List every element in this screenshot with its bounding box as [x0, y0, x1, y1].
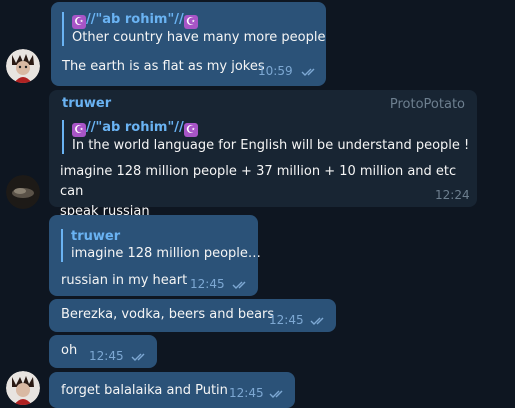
message-text: russian in my heart	[61, 273, 188, 288]
double-check-icon	[269, 390, 283, 398]
message-bubble[interactable]: truwer imagine 128 million people… russi…	[49, 215, 261, 296]
author-signature: ProtoPotato	[389, 97, 465, 112]
message-time: 12:45	[269, 313, 304, 327]
message-bubble[interactable]: forget balalaika and Putin 12:45	[49, 372, 295, 408]
message-bubble[interactable]: ☪//"ab rohim"//☪ Other country have many…	[51, 2, 326, 86]
message-text: Berezka, vodka, beers and bears	[61, 307, 275, 322]
double-check-icon	[301, 68, 315, 76]
reply-sender-name: truwer	[71, 229, 121, 244]
message-line: imagine 128 million people + 37 million …	[60, 164, 457, 199]
message-text: The earth is as flat as my jokes	[62, 59, 265, 74]
message-text: imagine 128 million people + 37 million …	[60, 162, 477, 222]
reply-quote[interactable]: ☪//"ab rohim"//☪ Other country have many…	[62, 12, 326, 46]
reply-sender-name: //"ab rohim"//	[86, 12, 184, 27]
reply-text: In the world language for English will b…	[72, 138, 470, 153]
message-bubble[interactable]: Berezka, vodka, beers and bears 12:45	[49, 299, 336, 332]
message-time: 12:45	[89, 349, 124, 363]
moon-icon: ☪	[183, 15, 198, 29]
message-time: 12:45	[190, 277, 225, 291]
message-time: 10:59	[258, 64, 293, 78]
message-text: oh	[61, 343, 78, 358]
message-bubble[interactable]: oh 12:45	[49, 335, 157, 368]
double-check-icon	[232, 281, 246, 289]
reply-quote[interactable]: ☪//"ab rohim"//☪ In the world language f…	[62, 120, 469, 154]
message-bubble[interactable]: truwer ProtoPotato ☪//"ab rohim"//☪ In t…	[49, 90, 477, 219]
reply-quote[interactable]: truwer imagine 128 million people…	[61, 229, 261, 262]
double-check-icon	[131, 353, 145, 361]
moon-icon: ☪	[72, 123, 86, 137]
double-check-icon	[310, 317, 324, 325]
message-time: 12:45	[229, 386, 264, 400]
sender-name[interactable]: truwer	[62, 96, 111, 111]
reply-text: Other country have many more people	[72, 30, 326, 45]
moon-icon: ☪	[72, 15, 86, 29]
avatar[interactable]	[6, 49, 40, 83]
message-text: forget balalaika and Putin	[61, 383, 228, 398]
avatar[interactable]	[6, 175, 40, 209]
message-time: 12:24	[435, 188, 470, 202]
reply-text: imagine 128 million people…	[71, 246, 261, 261]
avatar[interactable]	[6, 371, 40, 405]
moon-icon: ☪	[183, 123, 198, 137]
reply-sender-name: //"ab rohim"//	[86, 120, 184, 135]
